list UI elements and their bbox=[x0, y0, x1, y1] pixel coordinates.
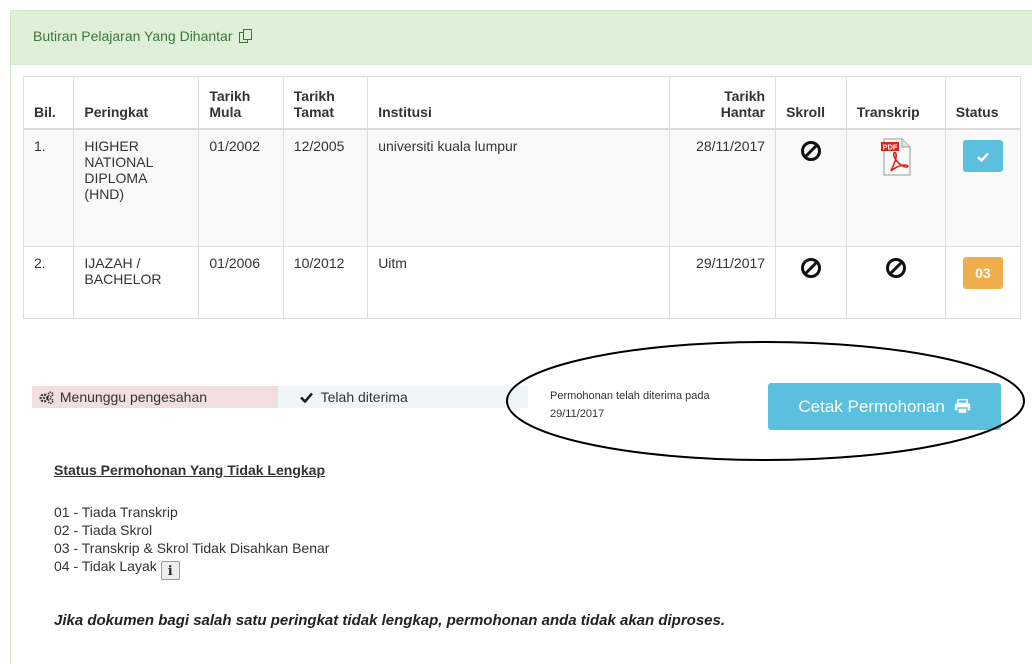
received-note-date: 29/11/2017 bbox=[550, 408, 605, 420]
cell-tamat: 10/2012 bbox=[282, 246, 369, 319]
print-button-label: Cetak Permohonan bbox=[798, 397, 945, 416]
cell-status: 03 bbox=[944, 246, 1022, 319]
svg-text:PDF: PDF bbox=[882, 142, 897, 151]
check-icon bbox=[300, 387, 313, 409]
legend-received: Telah diterima bbox=[278, 386, 528, 408]
cell-peringkat: IJAZAH / BACHELOR bbox=[73, 246, 200, 319]
legend-pending-label: Menunggu pengesahan bbox=[59, 389, 208, 405]
cell-bil: 1. bbox=[22, 128, 75, 247]
print-application-button[interactable]: Cetak Permohonan bbox=[768, 383, 1001, 430]
cell-skroll bbox=[775, 246, 847, 319]
cell-hantar: 29/11/2017 bbox=[668, 246, 777, 319]
check-icon bbox=[977, 152, 989, 162]
panel-title: Butiran Pelajaran Yang Dihantar bbox=[33, 28, 253, 46]
legend-pending: Menunggu pengesahan bbox=[32, 386, 278, 408]
col-tarikh-tamat-line1: Tarikh bbox=[293, 87, 335, 104]
cell-hantar: 28/11/2017 bbox=[668, 128, 777, 247]
status-code-item: 01 - Tiada Transkrip bbox=[54, 504, 178, 520]
peringkat-line: (HND) bbox=[84, 185, 125, 202]
panel-title-text: Butiran Pelajaran Yang Dihantar bbox=[33, 28, 233, 44]
education-table: Bil. Peringkat Tarikh Mula Tarikh Tamat … bbox=[22, 76, 1022, 319]
col-tarikh-mula-line1: Tarikh bbox=[209, 87, 251, 104]
ban-icon bbox=[800, 257, 822, 279]
peringkat-line: BACHELOR bbox=[84, 271, 162, 287]
cell-institusi: Uitm bbox=[367, 246, 670, 319]
col-skroll: Skroll bbox=[775, 76, 847, 130]
pdf-icon[interactable]: PDF bbox=[880, 138, 911, 179]
col-tarikh-mula-line2: Mula bbox=[209, 103, 242, 120]
status-code-item: 04 - Tidak Layak bbox=[54, 558, 157, 574]
col-tarikh-tamat-line2: Tamat bbox=[293, 103, 334, 120]
peringkat-line: HIGHER bbox=[84, 137, 139, 154]
peringkat-line: NATIONAL bbox=[84, 153, 154, 170]
table-row: 2. IJAZAH / BACHELOR 01/2006 10/2012 Uit… bbox=[22, 246, 1022, 319]
cell-mula: 01/2006 bbox=[198, 246, 284, 319]
cell-mula: 01/2002 bbox=[198, 128, 284, 247]
cell-tamat: 12/2005 bbox=[282, 128, 369, 247]
ban-icon bbox=[800, 140, 822, 162]
ban-icon bbox=[885, 257, 907, 279]
cell-skroll bbox=[775, 128, 847, 247]
cell-peringkat: HIGHER NATIONAL DIPLOMA (HND) bbox=[73, 128, 200, 247]
col-status: Status bbox=[944, 76, 1022, 130]
received-note-line1: Permohonan telah diterima pada bbox=[550, 390, 710, 402]
gears-icon bbox=[39, 388, 54, 410]
cell-institusi: universiti kuala lumpur bbox=[367, 128, 670, 247]
copy-icon bbox=[239, 29, 253, 46]
status-code-button[interactable]: 03 bbox=[962, 257, 1003, 289]
table-header-row: Bil. Peringkat Tarikh Mula Tarikh Tamat … bbox=[22, 76, 1022, 130]
col-transkrip: Transkrip bbox=[845, 76, 946, 130]
table-row: 1. HIGHER NATIONAL DIPLOMA (HND) 01/2002… bbox=[22, 128, 1022, 247]
status-section-title: Status Permohonan Yang Tidak Lengkap bbox=[54, 462, 325, 478]
printer-icon bbox=[954, 385, 971, 432]
status-codes-list: 01 - Tiada Transkrip 02 - Tiada Skrol 03… bbox=[54, 503, 330, 580]
col-peringkat: Peringkat bbox=[73, 76, 200, 130]
cell-transkrip bbox=[845, 246, 946, 319]
col-institusi: Institusi bbox=[367, 76, 670, 130]
cell-transkrip[interactable]: PDF bbox=[845, 128, 946, 247]
legend-received-label: Telah diterima bbox=[320, 389, 408, 405]
col-bil: Bil. bbox=[22, 76, 75, 130]
status-approved-button[interactable] bbox=[962, 139, 1003, 172]
cell-status bbox=[944, 128, 1022, 247]
peringkat-line: IJAZAH / bbox=[84, 255, 141, 271]
status-code-item: 02 - Tiada Skrol bbox=[54, 522, 153, 538]
col-tarikh-hantar-line1: Tarikh bbox=[724, 87, 766, 104]
incomplete-warning: Jika dokumen bagi salah satu peringkat t… bbox=[54, 612, 726, 629]
cell-bil: 2. bbox=[22, 246, 75, 319]
status-code-item: 03 - Transkrip & Skrol Tidak Disahkan Be… bbox=[54, 540, 330, 556]
received-note: Permohonan telah diterima pada 29/11/201… bbox=[550, 387, 760, 423]
col-tarikh-hantar-line2: Hantar bbox=[720, 103, 766, 120]
col-tarikh-tamat: Tarikh Tamat bbox=[282, 76, 369, 130]
peringkat-line: DIPLOMA bbox=[84, 169, 148, 186]
col-tarikh-mula: Tarikh Mula bbox=[198, 76, 284, 130]
panel-heading: Butiran Pelajaran Yang Dihantar bbox=[11, 11, 1032, 65]
status-code-item-04: 04 - Tidak Layak i bbox=[54, 557, 329, 580]
info-icon[interactable]: i bbox=[160, 561, 180, 580]
col-tarikh-hantar: Tarikh Hantar bbox=[668, 76, 777, 130]
